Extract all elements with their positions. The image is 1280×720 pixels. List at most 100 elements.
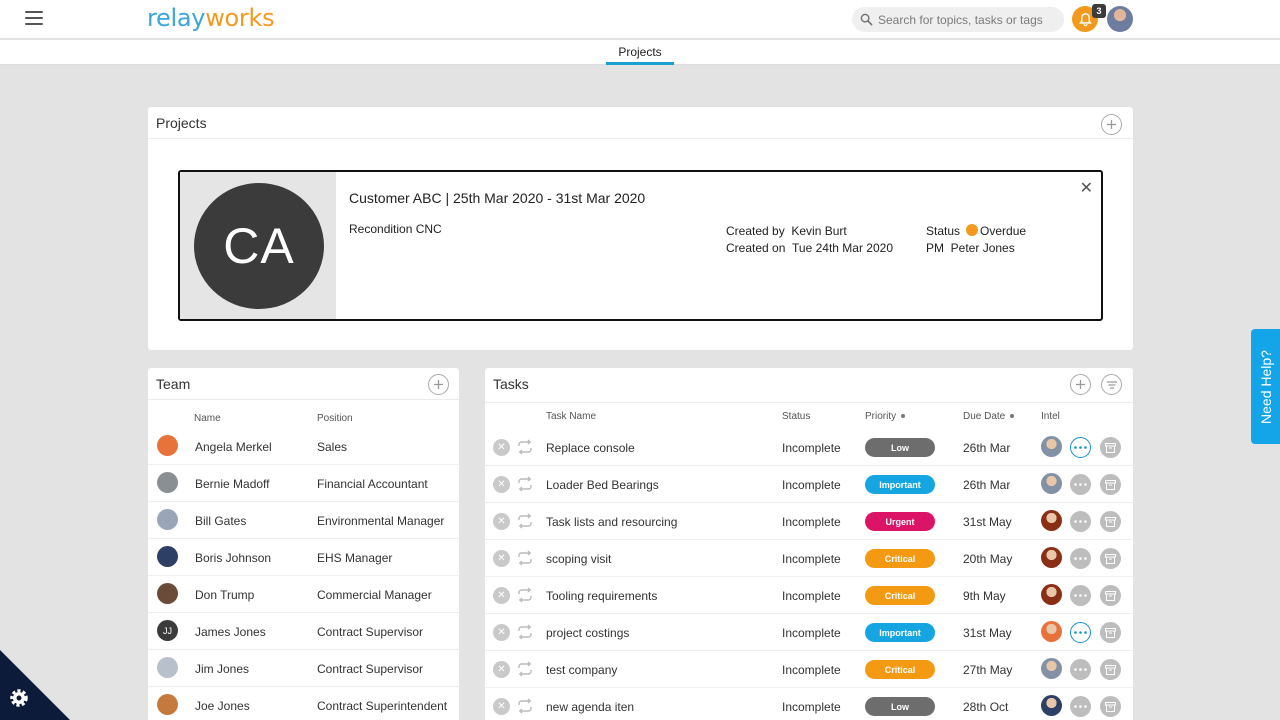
more-options-button[interactable]	[1070, 622, 1091, 643]
intel-avatar[interactable]	[1041, 621, 1062, 642]
more-options-button[interactable]	[1070, 659, 1091, 680]
remove-task-icon[interactable]: ✕	[493, 550, 510, 567]
more-options-button[interactable]	[1070, 548, 1091, 569]
search-input[interactable]	[878, 12, 1058, 27]
remove-task-icon[interactable]: ✕	[493, 587, 510, 604]
remove-task-icon[interactable]: ✕	[493, 439, 510, 456]
more-options-button[interactable]	[1070, 437, 1091, 458]
intel-avatar[interactable]	[1041, 473, 1062, 494]
team-member-row[interactable]: Angela Merkel Sales	[148, 428, 459, 465]
repeat-icon[interactable]	[516, 697, 534, 715]
remove-task-icon[interactable]: ✕	[493, 661, 510, 678]
menu-icon[interactable]	[25, 11, 43, 27]
avatar	[157, 694, 178, 715]
add-team-member-button[interactable]	[428, 374, 449, 395]
task-name[interactable]: Tooling requirements	[546, 589, 657, 603]
plus-icon	[434, 380, 443, 389]
task-row[interactable]: ✕ project costings Incomplete Important 31st…	[485, 614, 1133, 651]
team-col-name-header[interactable]: Name	[194, 413, 221, 424]
team-col-position-header[interactable]: Position	[317, 413, 353, 424]
team-member-row[interactable]: Joe Jones Contract Superintendent	[148, 687, 459, 720]
task-name[interactable]: test company	[546, 663, 617, 677]
intel-avatar[interactable]	[1041, 695, 1062, 716]
remove-task-icon[interactable]: ✕	[493, 476, 510, 493]
bell-icon	[1078, 12, 1092, 26]
more-options-button[interactable]	[1070, 696, 1091, 717]
team-member-row[interactable]: Bill Gates Environmental Manager	[148, 502, 459, 539]
repeat-icon[interactable]	[516, 586, 534, 604]
project-card[interactable]: CA Customer ABC | 25th Mar 2020 - 31st M…	[178, 170, 1103, 321]
task-row[interactable]: ✕ Loader Bed Bearings Incomplete Important 2…	[485, 466, 1133, 503]
more-options-button[interactable]	[1070, 474, 1091, 495]
intel-avatar[interactable]	[1041, 658, 1062, 679]
archive-button[interactable]	[1100, 622, 1121, 643]
team-member-row[interactable]: Bernie Madoff Financial Accountant	[148, 465, 459, 502]
add-task-button[interactable]	[1070, 374, 1091, 395]
remove-task-icon[interactable]: ✕	[493, 624, 510, 641]
task-col-due-header[interactable]: Due Date	[963, 411, 1015, 422]
task-col-status-header[interactable]: Status	[782, 411, 810, 422]
archive-button[interactable]	[1100, 437, 1121, 458]
task-name[interactable]: Replace console	[546, 441, 635, 455]
close-icon[interactable]: ✕	[1080, 178, 1093, 198]
priority-badge[interactable]: Low	[865, 438, 935, 457]
filter-button[interactable]	[1101, 374, 1122, 395]
priority-badge[interactable]: Critical	[865, 660, 935, 679]
archive-button[interactable]	[1100, 548, 1121, 569]
project-subtitle: Recondition CNC	[349, 222, 442, 236]
add-project-button[interactable]	[1101, 114, 1122, 135]
logo[interactable]: relayworks	[147, 4, 275, 32]
archive-icon	[1105, 553, 1116, 564]
task-row[interactable]: ✕ scoping visit Incomplete Critical 20th May	[485, 540, 1133, 577]
search-bar[interactable]	[852, 7, 1064, 32]
more-options-button[interactable]	[1070, 585, 1091, 606]
intel-avatar[interactable]	[1041, 510, 1062, 531]
archive-button[interactable]	[1100, 585, 1121, 606]
user-avatar[interactable]	[1107, 6, 1133, 32]
priority-badge[interactable]: Critical	[865, 586, 935, 605]
task-col-priority-header[interactable]: Priority	[865, 411, 906, 422]
priority-badge[interactable]: Important	[865, 623, 935, 642]
intel-avatar[interactable]	[1041, 436, 1062, 457]
task-row[interactable]: ✕ Task lists and resourcing Incomplete Urge…	[485, 503, 1133, 540]
task-name[interactable]: Task lists and resourcing	[546, 515, 677, 529]
team-member-row[interactable]: Don Trump Commercial Manager	[148, 576, 459, 613]
priority-badge[interactable]: Critical	[865, 549, 935, 568]
repeat-icon[interactable]	[516, 549, 534, 567]
team-member-row[interactable]: Boris Johnson EHS Manager	[148, 539, 459, 576]
task-row[interactable]: ✕ Tooling requirements Incomplete Critical 9…	[485, 577, 1133, 614]
intel-avatar[interactable]	[1041, 547, 1062, 568]
archive-button[interactable]	[1100, 511, 1121, 532]
intel-avatar[interactable]	[1041, 584, 1062, 605]
remove-task-icon[interactable]: ✕	[493, 513, 510, 530]
priority-badge[interactable]: Low	[865, 697, 935, 716]
archive-button[interactable]	[1100, 659, 1121, 680]
task-col-name-header[interactable]: Task Name	[546, 411, 596, 422]
repeat-icon[interactable]	[516, 660, 534, 678]
task-name[interactable]: Loader Bed Bearings	[546, 478, 659, 492]
more-options-button[interactable]	[1070, 511, 1091, 532]
task-due-date: 26th Mar	[963, 478, 1011, 492]
need-help-tab[interactable]: Need Help?	[1251, 329, 1280, 444]
repeat-icon[interactable]	[516, 512, 534, 530]
task-name[interactable]: new agenda iten	[546, 700, 634, 714]
settings-corner-button[interactable]	[0, 650, 70, 720]
tab-projects[interactable]: Projects	[606, 40, 674, 65]
more-icon	[1074, 594, 1087, 597]
priority-badge[interactable]: Urgent	[865, 512, 935, 531]
project-title: Customer ABC | 25th Mar 2020 - 31st Mar …	[349, 190, 646, 206]
task-name[interactable]: project costings	[546, 626, 629, 640]
team-member-row[interactable]: Jim Jones Contract Supervisor	[148, 650, 459, 687]
repeat-icon[interactable]	[516, 438, 534, 456]
remove-task-icon[interactable]: ✕	[493, 698, 510, 715]
archive-button[interactable]	[1100, 696, 1121, 717]
task-row[interactable]: ✕ test company Incomplete Critical 27th May	[485, 651, 1133, 688]
team-member-row[interactable]: JJ James Jones Contract Supervisor	[148, 613, 459, 650]
task-row[interactable]: ✕ new agenda iten Incomplete Low 28th Oct	[485, 688, 1133, 720]
repeat-icon[interactable]	[516, 475, 534, 493]
repeat-icon[interactable]	[516, 623, 534, 641]
priority-badge[interactable]: Important	[865, 475, 935, 494]
archive-button[interactable]	[1100, 474, 1121, 495]
task-row[interactable]: ✕ Replace console Incomplete Low 26th Mar	[485, 429, 1133, 466]
task-name[interactable]: scoping visit	[546, 552, 611, 566]
